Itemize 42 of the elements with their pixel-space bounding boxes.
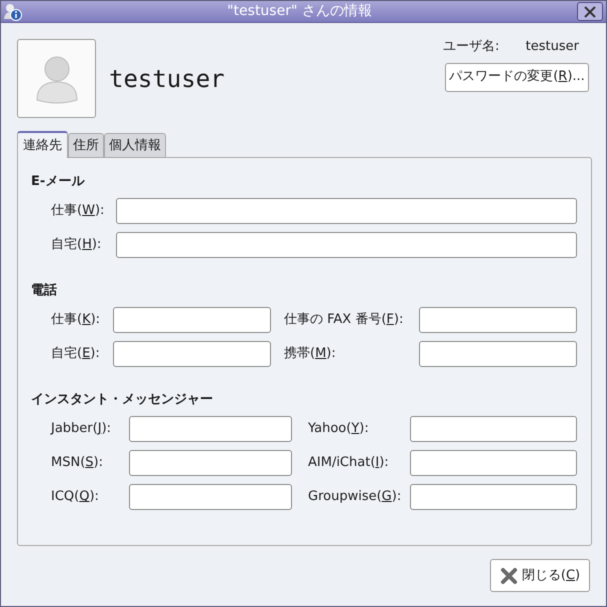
close-icon bbox=[584, 6, 596, 18]
field-label: ICQ(Q): bbox=[51, 489, 99, 504]
input-field[interactable] bbox=[129, 416, 292, 442]
input-field[interactable] bbox=[129, 484, 292, 510]
input-field[interactable] bbox=[410, 416, 577, 442]
user-silhouette-icon bbox=[34, 54, 80, 104]
section-heading: E-メール bbox=[31, 174, 86, 190]
field-label: 仕事(K): bbox=[51, 312, 100, 328]
section-heading: インスタント・メッセンジャー bbox=[31, 392, 214, 408]
input-field[interactable] bbox=[419, 341, 577, 367]
input-field[interactable] bbox=[116, 232, 577, 258]
username-label: ユーザ名: bbox=[443, 38, 500, 56]
input-field[interactable] bbox=[410, 484, 577, 510]
field-label: MSN(S): bbox=[51, 455, 103, 470]
window-title: "testuser" さんの情報 bbox=[226, 2, 373, 21]
change-password-button[interactable]: パスワードの変更(R)... bbox=[445, 62, 589, 92]
input-field[interactable] bbox=[129, 450, 292, 476]
field-label: 自宅(E): bbox=[51, 346, 100, 362]
close-dialog-button[interactable]: 閉じる(C) bbox=[490, 559, 590, 592]
field-label: 仕事の FAX 番号(F): bbox=[284, 312, 404, 328]
section-heading: 電話 bbox=[31, 283, 58, 299]
tab[interactable]: 連絡先 bbox=[17, 131, 68, 158]
input-field[interactable] bbox=[113, 341, 271, 367]
input-field[interactable] bbox=[419, 307, 577, 333]
field-label: 携帯(M): bbox=[284, 346, 336, 362]
tab[interactable]: 住所 bbox=[68, 133, 104, 157]
username-value: testuser bbox=[526, 38, 579, 56]
tab[interactable]: 個人情報 bbox=[104, 133, 166, 157]
close-icon bbox=[500, 566, 518, 584]
input-field[interactable] bbox=[410, 450, 577, 476]
input-field[interactable] bbox=[113, 307, 271, 333]
field-label: 自宅(H): bbox=[51, 237, 102, 252]
field-label: AIM/iChat(I): bbox=[308, 455, 389, 470]
field-label: 仕事(W): bbox=[51, 203, 104, 218]
input-field[interactable] bbox=[116, 198, 577, 224]
field-label: Groupwise(G): bbox=[308, 489, 402, 504]
display-name: testuser bbox=[109, 64, 225, 95]
avatar-button[interactable] bbox=[17, 39, 96, 118]
user-info-icon bbox=[4, 2, 22, 20]
field-label: Yahoo(Y): bbox=[308, 421, 369, 436]
close-button[interactable] bbox=[577, 2, 603, 21]
field-label: Jabber(J): bbox=[51, 421, 112, 436]
